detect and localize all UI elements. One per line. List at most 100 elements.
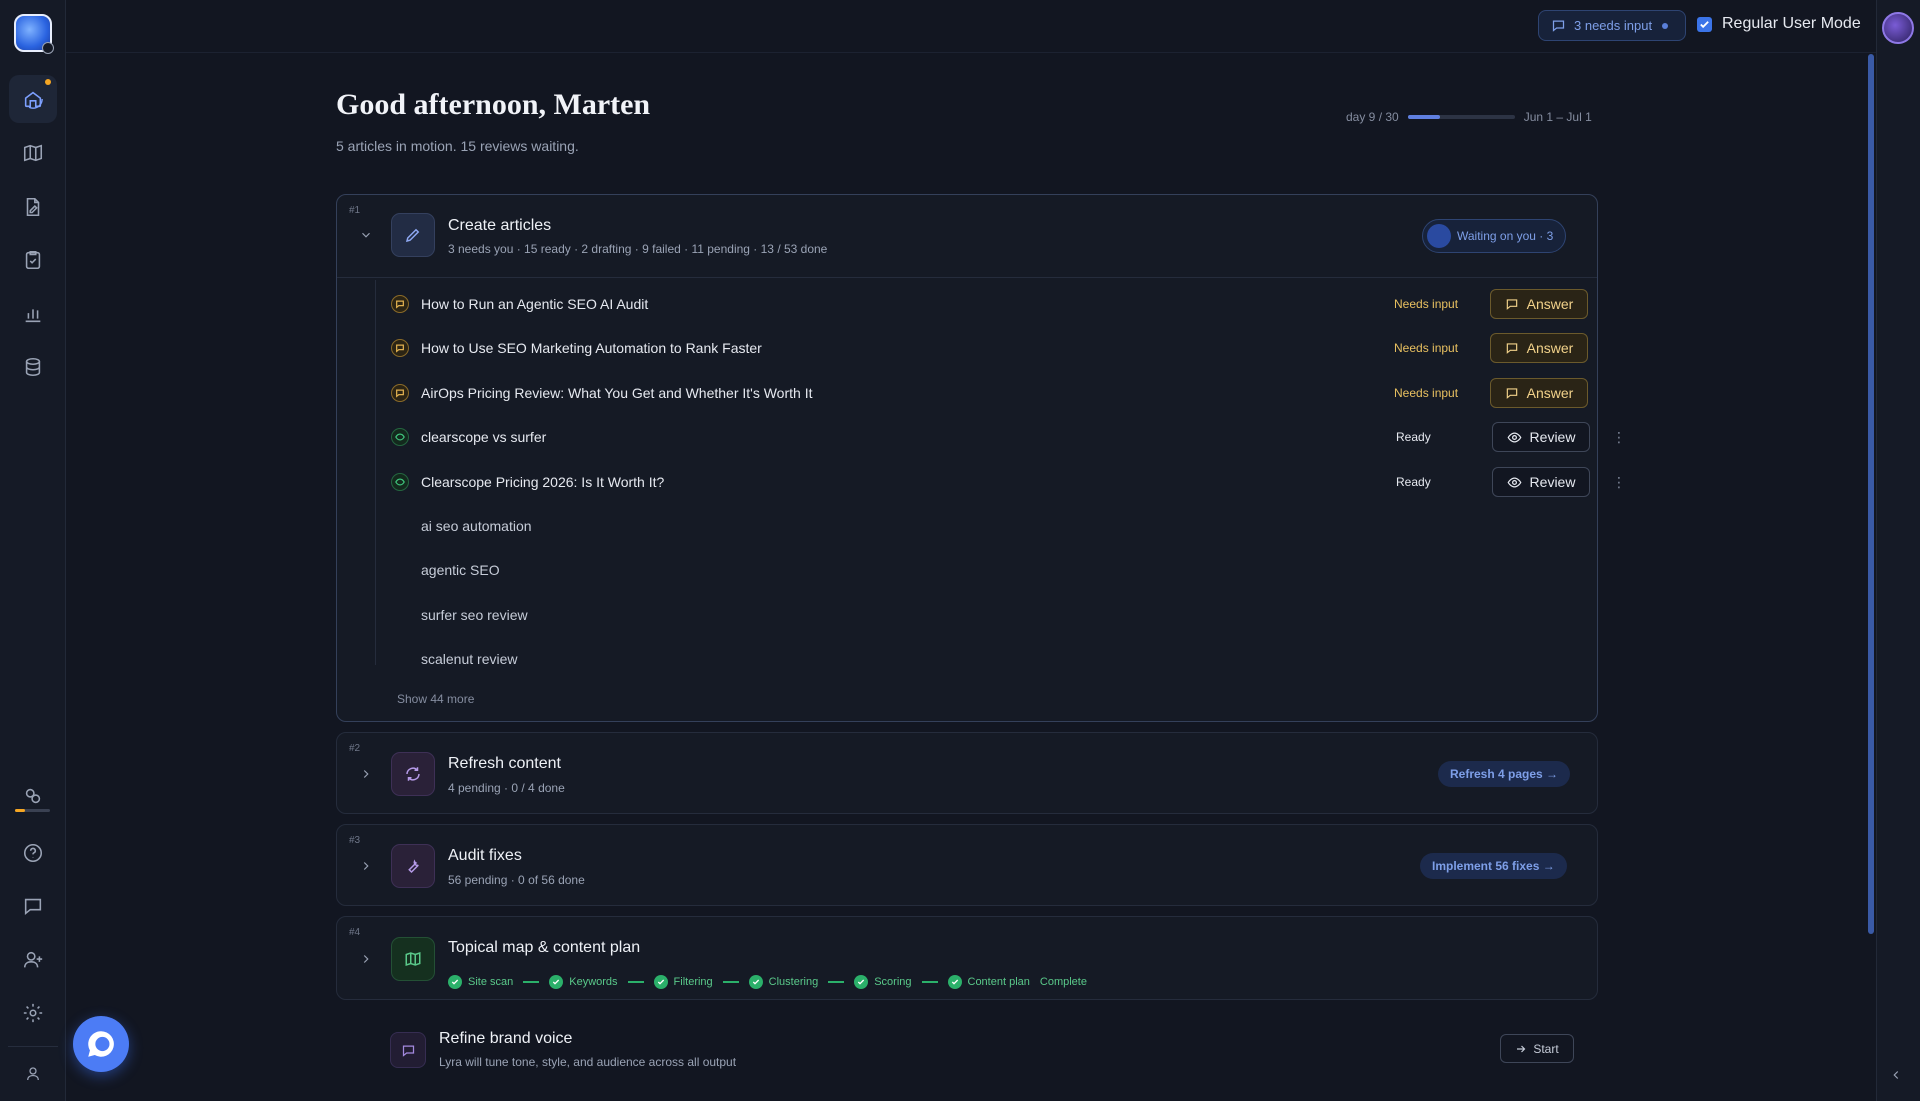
needs-input-icon xyxy=(391,384,409,402)
article-title: AirOps Pricing Review: What You Get and … xyxy=(421,385,813,401)
answer-label: Answer xyxy=(1526,340,1574,356)
status-badge: Needs input xyxy=(1394,297,1459,311)
expand-button[interactable] xyxy=(359,767,373,786)
review-label: Review xyxy=(1529,474,1576,490)
review-button[interactable]: Review xyxy=(1492,467,1590,497)
brand-voice-title: Refine brand voice xyxy=(439,1030,573,1047)
needs-input-icon xyxy=(391,339,409,357)
card-create-articles: #1 Create articles 3 needs you · 15 read… xyxy=(336,194,1626,722)
article-title: clearscope vs surfer xyxy=(421,429,547,445)
campaign-progress: day 9 / 30 Jun 1 – Jul 1 xyxy=(1346,110,1592,124)
card-number: #4 xyxy=(349,927,361,938)
workspace-logo[interactable] xyxy=(14,14,54,54)
start-button[interactable]: Start xyxy=(1500,1034,1574,1063)
database-icon xyxy=(25,357,41,377)
card-meta: 56 pending · 0 of 56 done xyxy=(448,873,585,887)
card-audit-fixes: #3 Audit fixes 56 pending · 0 of 56 done… xyxy=(336,824,1598,906)
answer-button[interactable]: Answer xyxy=(1490,333,1588,363)
nav-account[interactable] xyxy=(9,1050,57,1098)
link-icon xyxy=(25,788,41,804)
add-user-icon xyxy=(23,951,43,968)
list-item[interactable]: agentic SEO xyxy=(391,548,1571,592)
list-item[interactable]: clearscope vs surfer Ready Review ⋮ xyxy=(391,415,1626,459)
waiting-badge[interactable]: Waiting on you · 3 xyxy=(1422,219,1567,253)
brand-voice-icon-box xyxy=(390,1032,426,1068)
more-options-icon[interactable]: ⋮ xyxy=(1612,474,1626,491)
nav-help[interactable] xyxy=(9,829,57,877)
day-label: day 9 / 30 xyxy=(1346,110,1399,124)
chevron-right-icon xyxy=(363,955,369,963)
pending-article-title: scalenut review xyxy=(421,651,518,667)
answer-button[interactable]: Answer xyxy=(1490,378,1588,408)
list-item[interactable]: ai seo automation xyxy=(391,504,1571,548)
notification-dot xyxy=(45,79,51,85)
list-item[interactable]: surfer seo review xyxy=(391,593,1571,637)
chevron-right-icon xyxy=(363,770,369,778)
expand-button[interactable] xyxy=(359,859,373,878)
list-item[interactable]: How to Use SEO Marketing Automation to R… xyxy=(391,326,1588,370)
needs-input-icon xyxy=(391,295,409,313)
show-more-link[interactable]: Show 44 more xyxy=(397,692,474,706)
date-range: Jun 1 – Jul 1 xyxy=(1523,110,1592,124)
clipboard-check-icon xyxy=(25,250,41,270)
expand-button[interactable] xyxy=(359,952,373,971)
card-title: Topical map & content plan xyxy=(448,939,641,956)
list-item[interactable]: How to Run an Agentic SEO AI Audit Needs… xyxy=(391,282,1588,326)
card-title: Refresh content xyxy=(448,755,561,772)
check-icon xyxy=(448,975,462,989)
collapse-panel-button[interactable] xyxy=(1889,1068,1903,1087)
refresh-pages-button[interactable]: Refresh 4 pages → xyxy=(1438,761,1571,787)
eye-icon xyxy=(1507,476,1522,488)
message-question-icon xyxy=(1552,20,1565,32)
page-title: Good afternoon, Marten xyxy=(336,88,651,121)
right-rail xyxy=(1876,0,1920,1101)
check-icon xyxy=(947,975,962,989)
document-edit-icon xyxy=(26,197,40,217)
card-topical-map: #4 Topical map & content plan Site scan … xyxy=(336,916,1598,1000)
page-subtitle: 5 articles in motion. 15 reviews waiting… xyxy=(336,138,579,154)
step-label: Content plan xyxy=(967,976,1030,988)
nav-map[interactable] xyxy=(9,129,57,177)
card-number: #2 xyxy=(349,743,361,754)
nav-invite[interactable] xyxy=(9,936,57,984)
nav-feedback[interactable] xyxy=(9,882,57,930)
message-icon xyxy=(1506,299,1517,310)
step-label: Scoring xyxy=(874,976,912,988)
avatar[interactable] xyxy=(1882,12,1914,44)
implement-fixes-button[interactable]: Implement 56 fixes → xyxy=(1420,853,1567,879)
collapse-button[interactable] xyxy=(359,228,373,247)
nav-database[interactable] xyxy=(9,343,57,391)
nav-tasks[interactable] xyxy=(9,236,57,284)
chevron-right-icon xyxy=(363,862,369,870)
more-options-icon[interactable]: ⋮ xyxy=(1612,429,1626,446)
pending-article-title: ai seo automation xyxy=(421,518,532,534)
answer-button[interactable]: Answer xyxy=(1490,289,1588,319)
chat-icon xyxy=(88,1031,114,1057)
chat-launcher-button[interactable] xyxy=(73,1016,129,1072)
eye-icon xyxy=(1507,431,1522,443)
list-item[interactable]: AirOps Pricing Review: What You Get and … xyxy=(391,371,1588,415)
card-meta: 3 needs you · 15 ready · 2 drafting · 9 … xyxy=(448,242,828,256)
mode-checkbox[interactable] xyxy=(1697,16,1712,32)
step-label: Filtering xyxy=(673,976,713,988)
nav-home[interactable] xyxy=(9,75,57,123)
nav-documents[interactable] xyxy=(9,183,57,231)
user-mode-toggle[interactable]: Regular User Mode xyxy=(1697,15,1861,33)
needs-input-pill[interactable]: 3 needs input xyxy=(1538,10,1686,41)
list-item[interactable]: Clearscope Pricing 2026: Is It Worth It?… xyxy=(391,460,1626,504)
card-meta: 4 pending · 0 / 4 done xyxy=(448,781,565,795)
answer-label: Answer xyxy=(1526,385,1574,401)
status-dot xyxy=(1662,22,1669,29)
complete-label: Complete xyxy=(1039,976,1087,988)
step-label: Site scan xyxy=(468,976,514,988)
nav-analytics[interactable] xyxy=(9,290,57,338)
brand-voice-item: Refine brand voice Lyra will tune tone, … xyxy=(390,1030,1598,1090)
review-button[interactable]: Review xyxy=(1492,422,1590,452)
status-badge: Needs input xyxy=(1394,341,1459,355)
nav-integrations[interactable] xyxy=(9,772,57,820)
scrollbar-thumb[interactable] xyxy=(1868,54,1874,934)
nav-settings[interactable] xyxy=(9,989,57,1037)
list-item[interactable]: scalenut review xyxy=(391,637,1571,681)
home-icon xyxy=(23,89,43,109)
article-title: Clearscope Pricing 2026: Is It Worth It? xyxy=(421,474,665,490)
